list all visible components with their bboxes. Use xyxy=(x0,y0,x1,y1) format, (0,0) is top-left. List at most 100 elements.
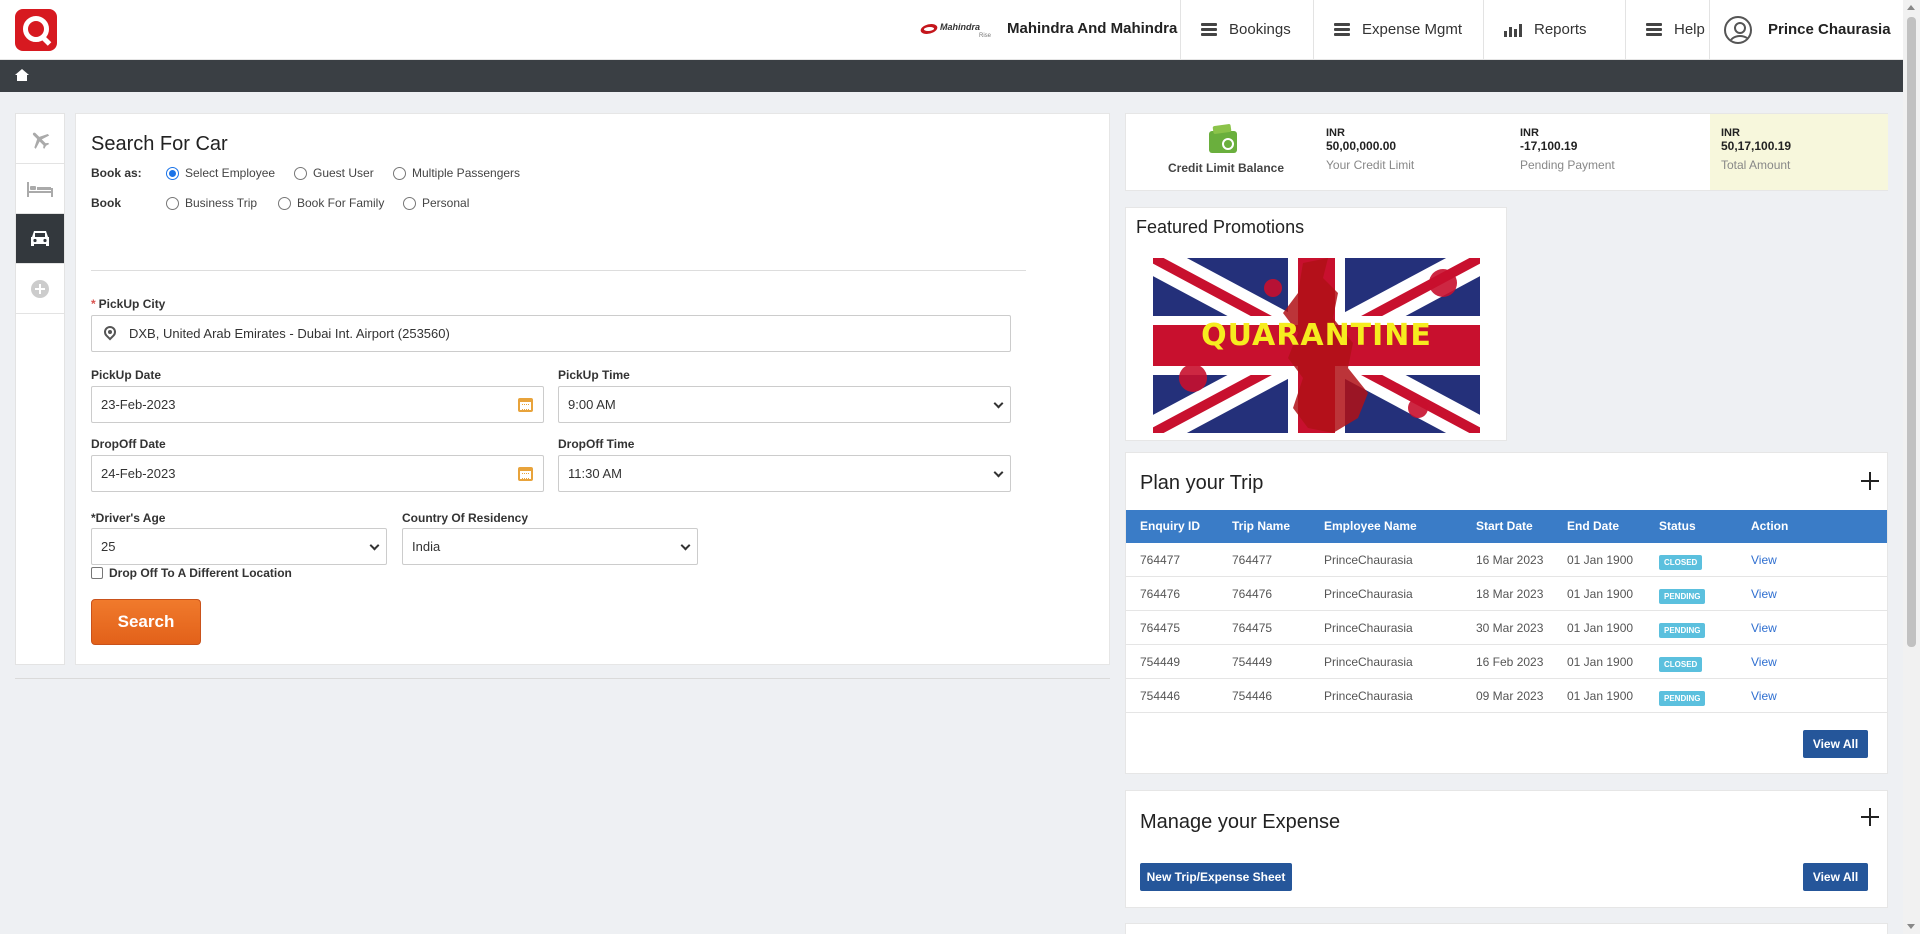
dropoff-date-input[interactable]: 24-Feb-2023 xyxy=(91,455,544,492)
tab-more[interactable] xyxy=(16,264,64,314)
location-pin-icon xyxy=(104,326,116,342)
radio-button[interactable] xyxy=(278,196,291,210)
table-row: 754449 754449 PrinceChaurasia 16 Feb 202… xyxy=(1126,645,1887,679)
tab-flight[interactable] xyxy=(16,114,64,164)
table-row: 764476 764476 PrinceChaurasia 18 Mar 202… xyxy=(1126,577,1887,611)
menu-icon xyxy=(1646,21,1662,38)
promotions-title: Featured Promotions xyxy=(1136,217,1305,237)
calendar-icon[interactable] xyxy=(518,398,533,412)
view-link[interactable]: View xyxy=(1751,645,1777,679)
view-link[interactable]: View xyxy=(1751,543,1777,577)
radio-button[interactable] xyxy=(166,196,179,210)
checkbox[interactable] xyxy=(91,567,103,579)
add-circle-icon xyxy=(31,279,49,298)
radio-book-for-family[interactable]: Book For Family xyxy=(278,196,384,210)
credit-limit-title: Credit Limit Balance xyxy=(1168,161,1285,175)
radio-guest-user[interactable]: Guest User xyxy=(294,166,374,180)
table-header: Enquiry ID Trip Name Employee Name Start… xyxy=(1126,510,1887,543)
manage-expense-panel: Manage your Expense New Trip/Expense She… xyxy=(1125,790,1888,908)
menu-icon xyxy=(1201,21,1217,38)
car-search-panel: Search For Car Book as: Select Employee … xyxy=(75,113,1110,665)
breadcrumb-bar xyxy=(0,60,1903,92)
radio-personal[interactable]: Personal xyxy=(403,196,469,210)
book-label: Book xyxy=(91,196,121,210)
driver-age-label: *Driver's Age xyxy=(91,511,166,525)
status-badge: PENDING xyxy=(1659,691,1706,706)
mahindra-logo: Mahindra Rise xyxy=(918,22,991,40)
total-amount: INR 50,17,100.19 Total Amount xyxy=(1721,127,1792,172)
top-header: Mahindra Rise Mahindra And Mahindra Book… xyxy=(0,0,1903,60)
status-badge: CLOSED xyxy=(1659,555,1703,570)
user-menu[interactable]: Prince Chaurasia xyxy=(1709,0,1903,59)
divider xyxy=(91,270,1026,271)
scrollbar-thumb[interactable] xyxy=(1907,17,1916,647)
pickup-city-label: * PickUp City xyxy=(91,297,166,311)
plane-icon xyxy=(32,132,50,149)
radio-button[interactable] xyxy=(403,196,416,210)
table-row: 754446 754446 PrinceChaurasia 09 Mar 202… xyxy=(1126,679,1887,713)
dropoff-time-select[interactable]: 11:30 AM xyxy=(558,455,1011,492)
promotion-banner-text: QUARANTINE xyxy=(1201,318,1432,353)
reports-icon xyxy=(1504,23,1522,37)
view-all-expenses-button[interactable]: View All xyxy=(1803,863,1868,891)
status-badge: PENDING xyxy=(1659,589,1706,604)
new-trip-expense-button[interactable]: New Trip/Expense Sheet xyxy=(1140,863,1292,891)
tab-hotel[interactable] xyxy=(16,164,64,214)
booking-type-tabs xyxy=(15,113,65,665)
view-link[interactable]: View xyxy=(1751,577,1777,611)
pickup-time-select[interactable]: 9:00 AM xyxy=(558,386,1011,423)
country-label: Country Of Residency xyxy=(402,511,529,525)
plus-icon[interactable] xyxy=(1861,808,1879,826)
next-panel xyxy=(1125,923,1888,934)
radio-multiple-passengers[interactable]: Multiple Passengers xyxy=(393,166,520,180)
view-link[interactable]: View xyxy=(1751,611,1777,645)
promotion-banner[interactable]: QUARANTINE xyxy=(1153,258,1480,433)
nav-help[interactable]: Help xyxy=(1625,0,1709,59)
driver-age-select[interactable]: 25 xyxy=(91,528,387,565)
app-logo[interactable] xyxy=(15,9,57,51)
divider xyxy=(15,678,1110,679)
featured-promotions-panel: Featured Promotions QUARANTINE xyxy=(1125,207,1507,441)
pickup-city-input[interactable]: DXB, United Arab Emirates - Dubai Int. A… xyxy=(91,315,1011,352)
panel-title: Search For Car xyxy=(91,133,228,155)
nav-reports[interactable]: Reports xyxy=(1483,0,1625,59)
radio-business-trip[interactable]: Business Trip xyxy=(166,196,257,210)
credit-limit: INR 50,00,000.00 Your Credit Limit xyxy=(1326,127,1415,172)
calendar-icon[interactable] xyxy=(518,467,533,481)
nav-expense-mgmt[interactable]: Expense Mgmt xyxy=(1313,0,1483,59)
pickup-date-label: PickUp Date xyxy=(91,368,162,382)
user-avatar-icon xyxy=(1724,15,1752,44)
pickup-date-input[interactable]: 23-Feb-2023 xyxy=(91,386,544,423)
pending-payment: INR -17,100.19 Pending Payment xyxy=(1520,127,1615,172)
menu-icon xyxy=(1334,21,1350,38)
company-name: Mahindra And Mahindra xyxy=(1007,20,1178,37)
bed-icon xyxy=(27,181,53,197)
view-link[interactable]: View xyxy=(1751,679,1777,713)
wallet-icon xyxy=(1209,131,1237,153)
tab-car[interactable] xyxy=(16,214,64,264)
table-row: 764475 764475 PrinceChaurasia 30 Mar 202… xyxy=(1126,611,1887,645)
status-badge: PENDING xyxy=(1659,623,1706,638)
view-all-trips-button[interactable]: View All xyxy=(1803,730,1868,758)
scroll-up-arrow-icon[interactable] xyxy=(1907,5,1915,10)
page-scrollbar[interactable] xyxy=(1903,0,1920,934)
dropoff-time-label: DropOff Time xyxy=(558,437,635,451)
search-button[interactable]: Search xyxy=(91,599,201,645)
plan-title: Plan your Trip xyxy=(1140,472,1264,494)
country-select[interactable]: India xyxy=(402,528,698,565)
home-icon[interactable] xyxy=(15,69,29,82)
car-icon xyxy=(31,230,49,246)
status-badge: CLOSED xyxy=(1659,657,1703,672)
radio-button[interactable] xyxy=(393,166,406,180)
different-location-checkbox[interactable]: Drop Off To A Different Location xyxy=(91,566,292,580)
radio-select-employee[interactable]: Select Employee xyxy=(166,166,275,180)
chevron-down-icon xyxy=(369,540,380,551)
radio-button[interactable] xyxy=(166,166,179,180)
scroll-down-arrow-icon[interactable] xyxy=(1907,924,1915,929)
nav-bookings[interactable]: Bookings xyxy=(1180,0,1313,59)
credit-limit-panel: Credit Limit Balance INR 50,00,000.00 Yo… xyxy=(1125,113,1888,191)
radio-button[interactable] xyxy=(294,166,307,180)
chevron-down-icon xyxy=(993,467,1004,478)
expense-title: Manage your Expense xyxy=(1140,811,1341,833)
plus-icon[interactable] xyxy=(1861,472,1879,490)
